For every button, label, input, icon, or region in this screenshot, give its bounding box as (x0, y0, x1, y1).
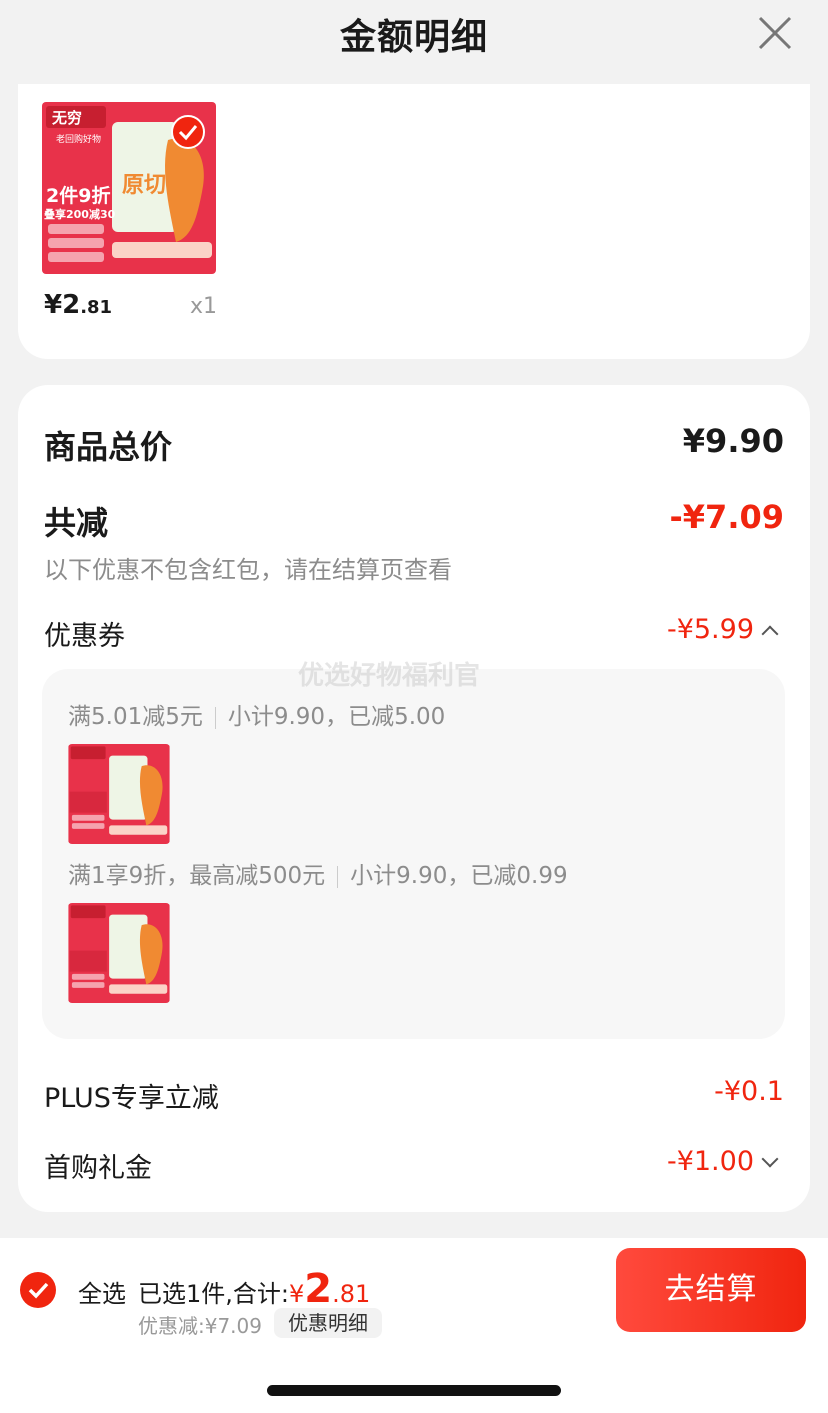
total-dec: .81 (332, 1280, 371, 1308)
select-all-label[interactable]: 全选 (78, 1274, 126, 1309)
total-int: 2 (304, 1266, 333, 1312)
plus-value: -¥0.1 (714, 1076, 784, 1107)
header: 金额明细 (0, 0, 828, 70)
coupon-product-image (68, 744, 170, 844)
select-all-checkbox[interactable] (20, 1272, 56, 1308)
coupon-label: 优惠券 (44, 621, 125, 652)
close-icon[interactable] (752, 10, 798, 56)
coupon-product-image (68, 903, 170, 1003)
product-image-promo1: 2件9折 (46, 184, 110, 207)
gift-value: -¥1.00 (666, 1146, 754, 1177)
gift-label: 首购礼金 (44, 1153, 152, 1184)
plus-label: PLUS专享立减 (44, 1083, 219, 1114)
coupon-detail: 小计9.90，已减0.99 (350, 863, 568, 889)
product-image[interactable]: 无穷 老回购好物 2件9折 叠享200减30 原切 (42, 102, 216, 274)
watermark: 优选好物福利官 (298, 661, 481, 691)
selected-summary: 已选1件,合计:¥2.81 (138, 1266, 370, 1312)
chevron-up-icon (761, 625, 779, 642)
discount-note: 以下优惠不包含红包，请在结算页查看 (44, 556, 452, 584)
product-image-sub: 老回购好物 (56, 133, 101, 145)
coupon-toggle[interactable]: -¥5.99 (666, 614, 779, 645)
coupon-rule: 满1享9折，最高减500元 (68, 863, 326, 889)
home-indicator[interactable] (267, 1385, 561, 1396)
product-qty: x1 (190, 294, 218, 319)
product-price-dec: .81 (80, 297, 113, 318)
check-icon (28, 1282, 49, 1299)
chevron-down-icon (761, 1150, 779, 1167)
coupon-value: -¥5.99 (666, 614, 754, 645)
product-image-center: 原切 (122, 173, 166, 198)
selected-text: 已选1件,合计: (138, 1280, 289, 1308)
product-price-int: ¥2 (44, 290, 81, 320)
discount-detail-button[interactable]: 优惠明细 (274, 1308, 382, 1338)
total-reduce-label: 共减 (44, 504, 109, 542)
product-price: ¥2.81 (44, 290, 112, 320)
coupon-rule: 满5.01减5元 (68, 704, 203, 730)
goods-total-value: ¥9.90 (682, 422, 784, 460)
checkout-button[interactable]: 去结算 (616, 1248, 806, 1332)
total-yen: ¥ (288, 1280, 305, 1308)
gift-toggle[interactable]: -¥1.00 (666, 1146, 779, 1177)
product-image-promo2: 叠享200减30 (44, 207, 116, 221)
coupon-row: 满1享9折，最高减500元 小计9.90，已减0.99 (68, 856, 568, 890)
coupon-detail: 小计9.90，已减5.00 (227, 704, 446, 730)
total-reduce-value: -¥7.09 (669, 498, 785, 536)
product-image-brand: 无穷 (51, 109, 82, 127)
coupon-row: 满5.01减5元 小计9.90，已减5.00 (68, 697, 445, 731)
page-title: 金额明细 (339, 17, 488, 58)
goods-total-label: 商品总价 (44, 428, 173, 466)
discount-total: 优惠减:¥7.09 (138, 1314, 262, 1338)
